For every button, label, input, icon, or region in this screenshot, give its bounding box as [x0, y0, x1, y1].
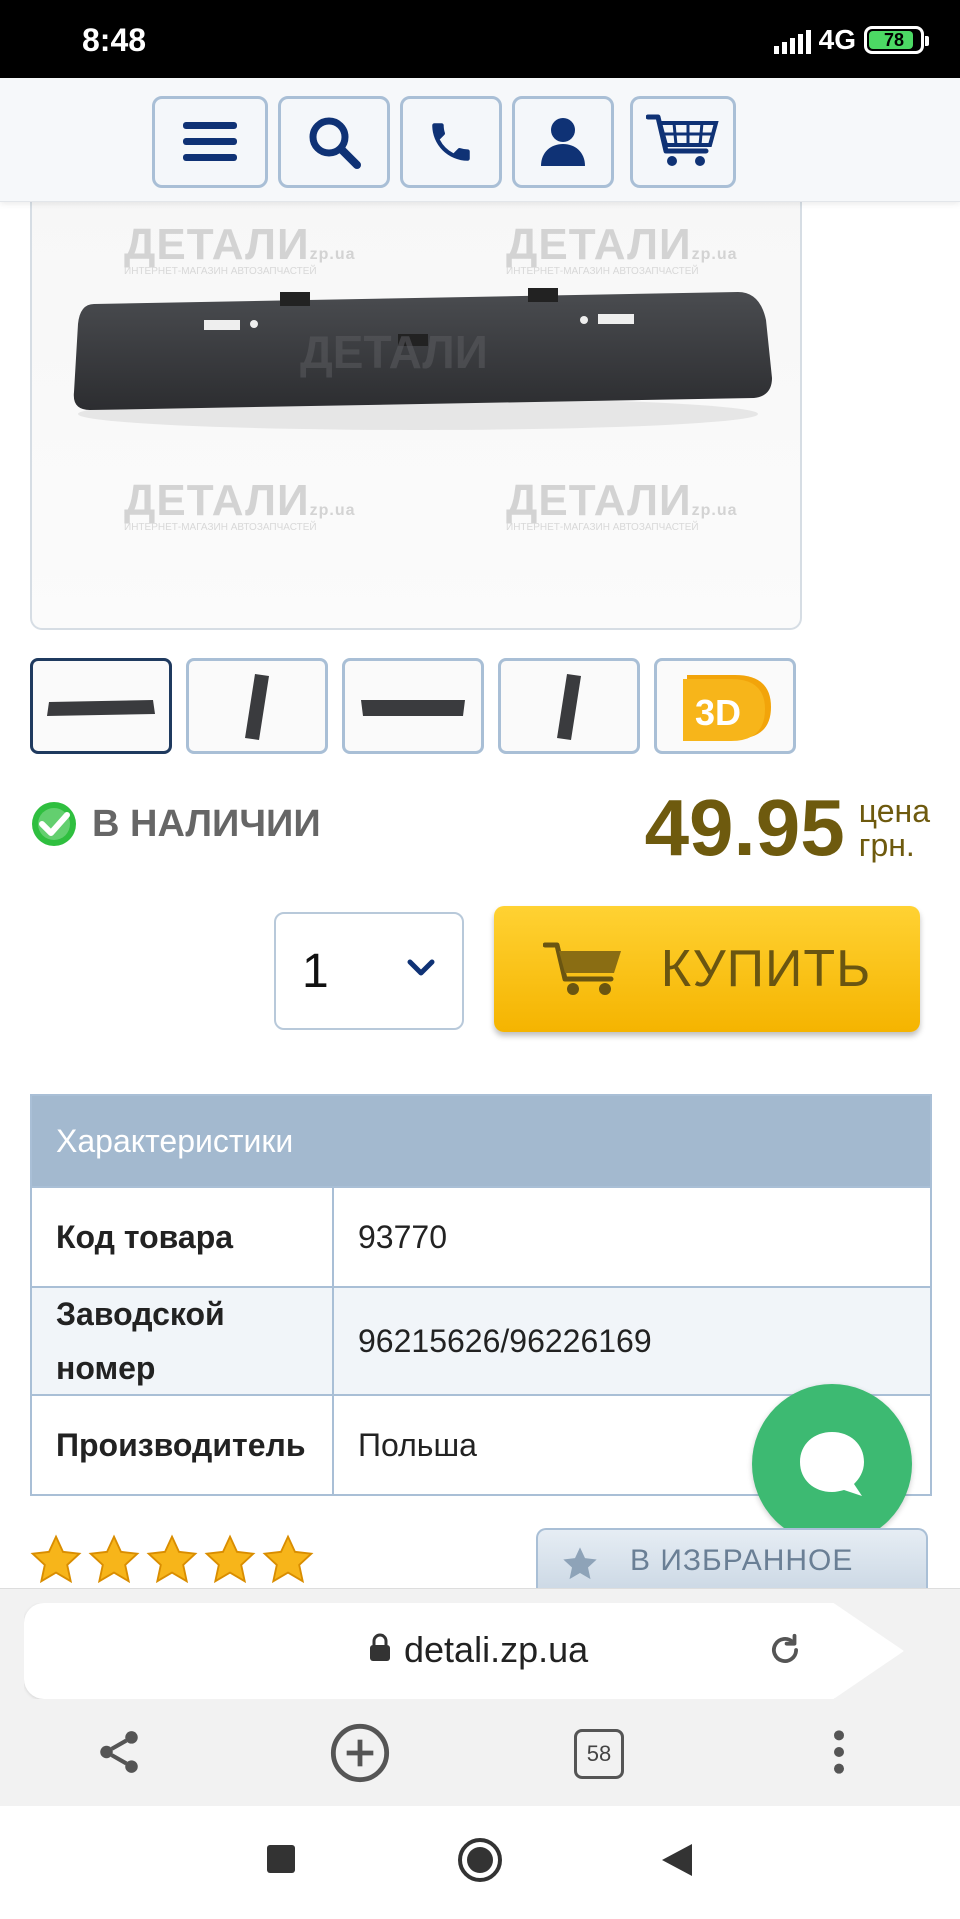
star-icon [30, 1534, 82, 1584]
thumbnail[interactable] [186, 658, 328, 754]
watermark: ДЕТАЛИ [300, 326, 488, 378]
site-header [0, 78, 960, 202]
reload-icon[interactable] [766, 1631, 804, 1669]
price-block: 49.95 цена грн. [645, 782, 930, 874]
cart-icon [542, 942, 621, 995]
thumbnail[interactable] [30, 658, 172, 754]
search-button[interactable] [278, 96, 390, 188]
chevron-down-icon [407, 959, 435, 976]
svg-text:3D: 3D [695, 692, 741, 733]
more-menu-icon[interactable] [824, 1727, 854, 1777]
thumbnail-3d[interactable]: 3D [654, 658, 796, 754]
status-bar: 8:48 4G 78 [0, 0, 960, 78]
account-button[interactable] [512, 96, 614, 188]
spec-value: 93770 [358, 1218, 447, 1255]
star-icon [88, 1534, 140, 1584]
star-icon [262, 1534, 314, 1584]
thumbnail[interactable] [342, 658, 484, 754]
phone-icon [432, 123, 470, 161]
network-type: 4G [818, 24, 856, 55]
call-button[interactable] [400, 96, 502, 188]
menu-button[interactable] [152, 96, 268, 188]
star-icon [204, 1534, 256, 1584]
buy-button[interactable]: КУПИТЬ [494, 906, 920, 1032]
battery-level: 78 [883, 29, 905, 50]
favorites-label: В ИЗБРАННОЕ [630, 1544, 854, 1577]
availability-status: В НАЛИЧИИ [30, 800, 321, 848]
thumbnail[interactable] [498, 658, 640, 754]
tabs-counter[interactable]: 58 [574, 1729, 624, 1779]
address-bar[interactable]: detali.zp.ua [24, 1603, 904, 1699]
rating-stars[interactable] [28, 1532, 316, 1592]
battery-icon: 78 [864, 26, 929, 54]
cart-button[interactable] [630, 96, 736, 188]
url-text: detali.zp.ua [404, 1629, 589, 1670]
star-icon [146, 1534, 198, 1584]
quantity-select[interactable]: 1 [274, 912, 464, 1030]
spec-key: Код товара [32, 1188, 334, 1286]
star-icon [563, 1547, 597, 1580]
status-time: 8:48 [82, 22, 147, 58]
table-row: Код товара 93770 [32, 1186, 930, 1286]
search-icon [309, 117, 361, 169]
specs-title: Характеристики [32, 1096, 930, 1186]
price-currency: цена грн. [858, 793, 930, 863]
buy-label: КУПИТЬ [660, 940, 872, 998]
share-icon[interactable] [94, 1727, 144, 1777]
new-tab-icon[interactable] [328, 1721, 392, 1785]
product-thumbnails: 3D [30, 658, 796, 754]
menu-icon [183, 122, 237, 161]
quantity-value: 1 [302, 944, 329, 998]
system-navigation-bar [0, 1806, 960, 1919]
spec-key: Производитель [32, 1396, 334, 1494]
cart-icon [646, 114, 719, 166]
thumbnail-image [47, 700, 155, 716]
browser-bottom-bar: detali.zp.ua 58 [0, 1588, 960, 1806]
thumbnail-image [557, 674, 581, 740]
check-icon [32, 802, 76, 846]
status-indicators: 4G 78 [773, 24, 929, 56]
3d-icon: 3D [683, 675, 771, 741]
chat-button[interactable] [752, 1384, 912, 1544]
thumbnail-image [245, 674, 269, 740]
thumbnail-image [361, 700, 465, 716]
availability-label: В НАЛИЧИИ [92, 802, 321, 845]
user-icon [541, 118, 585, 166]
chat-icon [800, 1432, 864, 1496]
signal-icon [773, 26, 811, 54]
table-row: Заводской номер 96215626/96226169 [32, 1286, 930, 1394]
home-icon[interactable] [456, 1836, 504, 1884]
license-plate-holder-image: ДЕТАЛИ [73, 288, 773, 430]
lock-icon [370, 1633, 390, 1661]
price-amount: 49.95 [644, 783, 845, 872]
product-main-image[interactable]: ДЕТАЛИzp.ua ИНТЕРНЕТ-МАГАЗИН АВТОЗАПЧАСТ… [30, 200, 802, 630]
tabs-count: 58 [586, 1741, 612, 1766]
spec-value: 96215626/96226169 [358, 1322, 652, 1359]
recent-apps-icon[interactable] [266, 1844, 296, 1874]
back-icon[interactable] [660, 1842, 694, 1878]
spec-key: Заводской номер [32, 1288, 334, 1394]
